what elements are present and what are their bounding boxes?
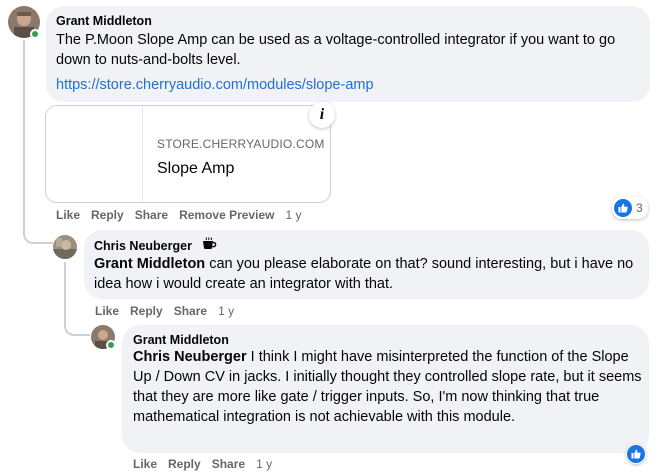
reaction-icon[interactable] [626,444,646,464]
preview-title: Slope Amp [157,160,235,177]
like-button[interactable]: Like [56,208,80,222]
online-status-dot [30,29,40,39]
like-button[interactable]: Like [95,304,119,318]
comment-bubble: Grant Middleton The P.Moon Slope Amp can… [46,6,650,102]
online-status-dot [106,340,116,350]
reply-button[interactable]: Reply [91,208,124,222]
reaction-count[interactable]: 3 [612,197,648,219]
share-button[interactable]: Share [212,457,245,471]
preview-thumbnail [46,106,143,202]
remove-preview-button[interactable]: Remove Preview [179,208,274,222]
timestamp[interactable]: 1 y [218,304,234,318]
link-preview-card[interactable]: STORE.CHERRYAUDIO.COM Slope Amp [45,105,331,203]
reaction-count-label: 3 [636,201,643,215]
thumbs-up-icon [614,199,632,217]
reply-button[interactable]: Reply [130,304,163,318]
comment-text: The P.Moon Slope Amp can be used as a vo… [56,32,616,68]
mention-link[interactable]: Chris Neuberger [133,349,247,365]
timestamp[interactable]: 1 y [256,457,272,471]
comment-actions: Like Reply Share 1 y [133,457,272,471]
comment-text: Grant Middleton can you please elaborate… [94,256,634,292]
coffee-cup-icon [202,237,217,255]
like-button[interactable]: Like [133,457,157,471]
comment-author[interactable]: Grant Middleton [133,333,229,347]
comment-text: Chris Neuberger I think I might have mis… [133,349,642,425]
comment-actions: Like Reply Share Remove Preview 1 y [56,208,301,222]
comment-author[interactable]: Chris Neuberger [94,239,192,253]
comment-author[interactable]: Grant Middleton [56,14,152,28]
comment-bubble: Chris Neuberger Grant Middleton can you … [84,230,649,299]
mention-link[interactable]: Grant Middleton [94,256,205,272]
info-icon[interactable]: i [309,102,335,128]
comment-bubble: Grant Middleton Chris Neuberger I think … [122,325,649,453]
share-button[interactable]: Share [174,304,207,318]
comment-link[interactable]: https://store.cherryaudio.com/modules/sl… [56,77,374,93]
comment-actions: Like Reply Share 1 y [95,304,234,318]
preview-domain: STORE.CHERRYAUDIO.COM [157,137,325,151]
avatar[interactable] [53,235,77,259]
reply-button[interactable]: Reply [168,457,201,471]
thumbs-up-icon [627,445,645,463]
timestamp[interactable]: 1 y [285,208,301,222]
share-button[interactable]: Share [135,208,168,222]
